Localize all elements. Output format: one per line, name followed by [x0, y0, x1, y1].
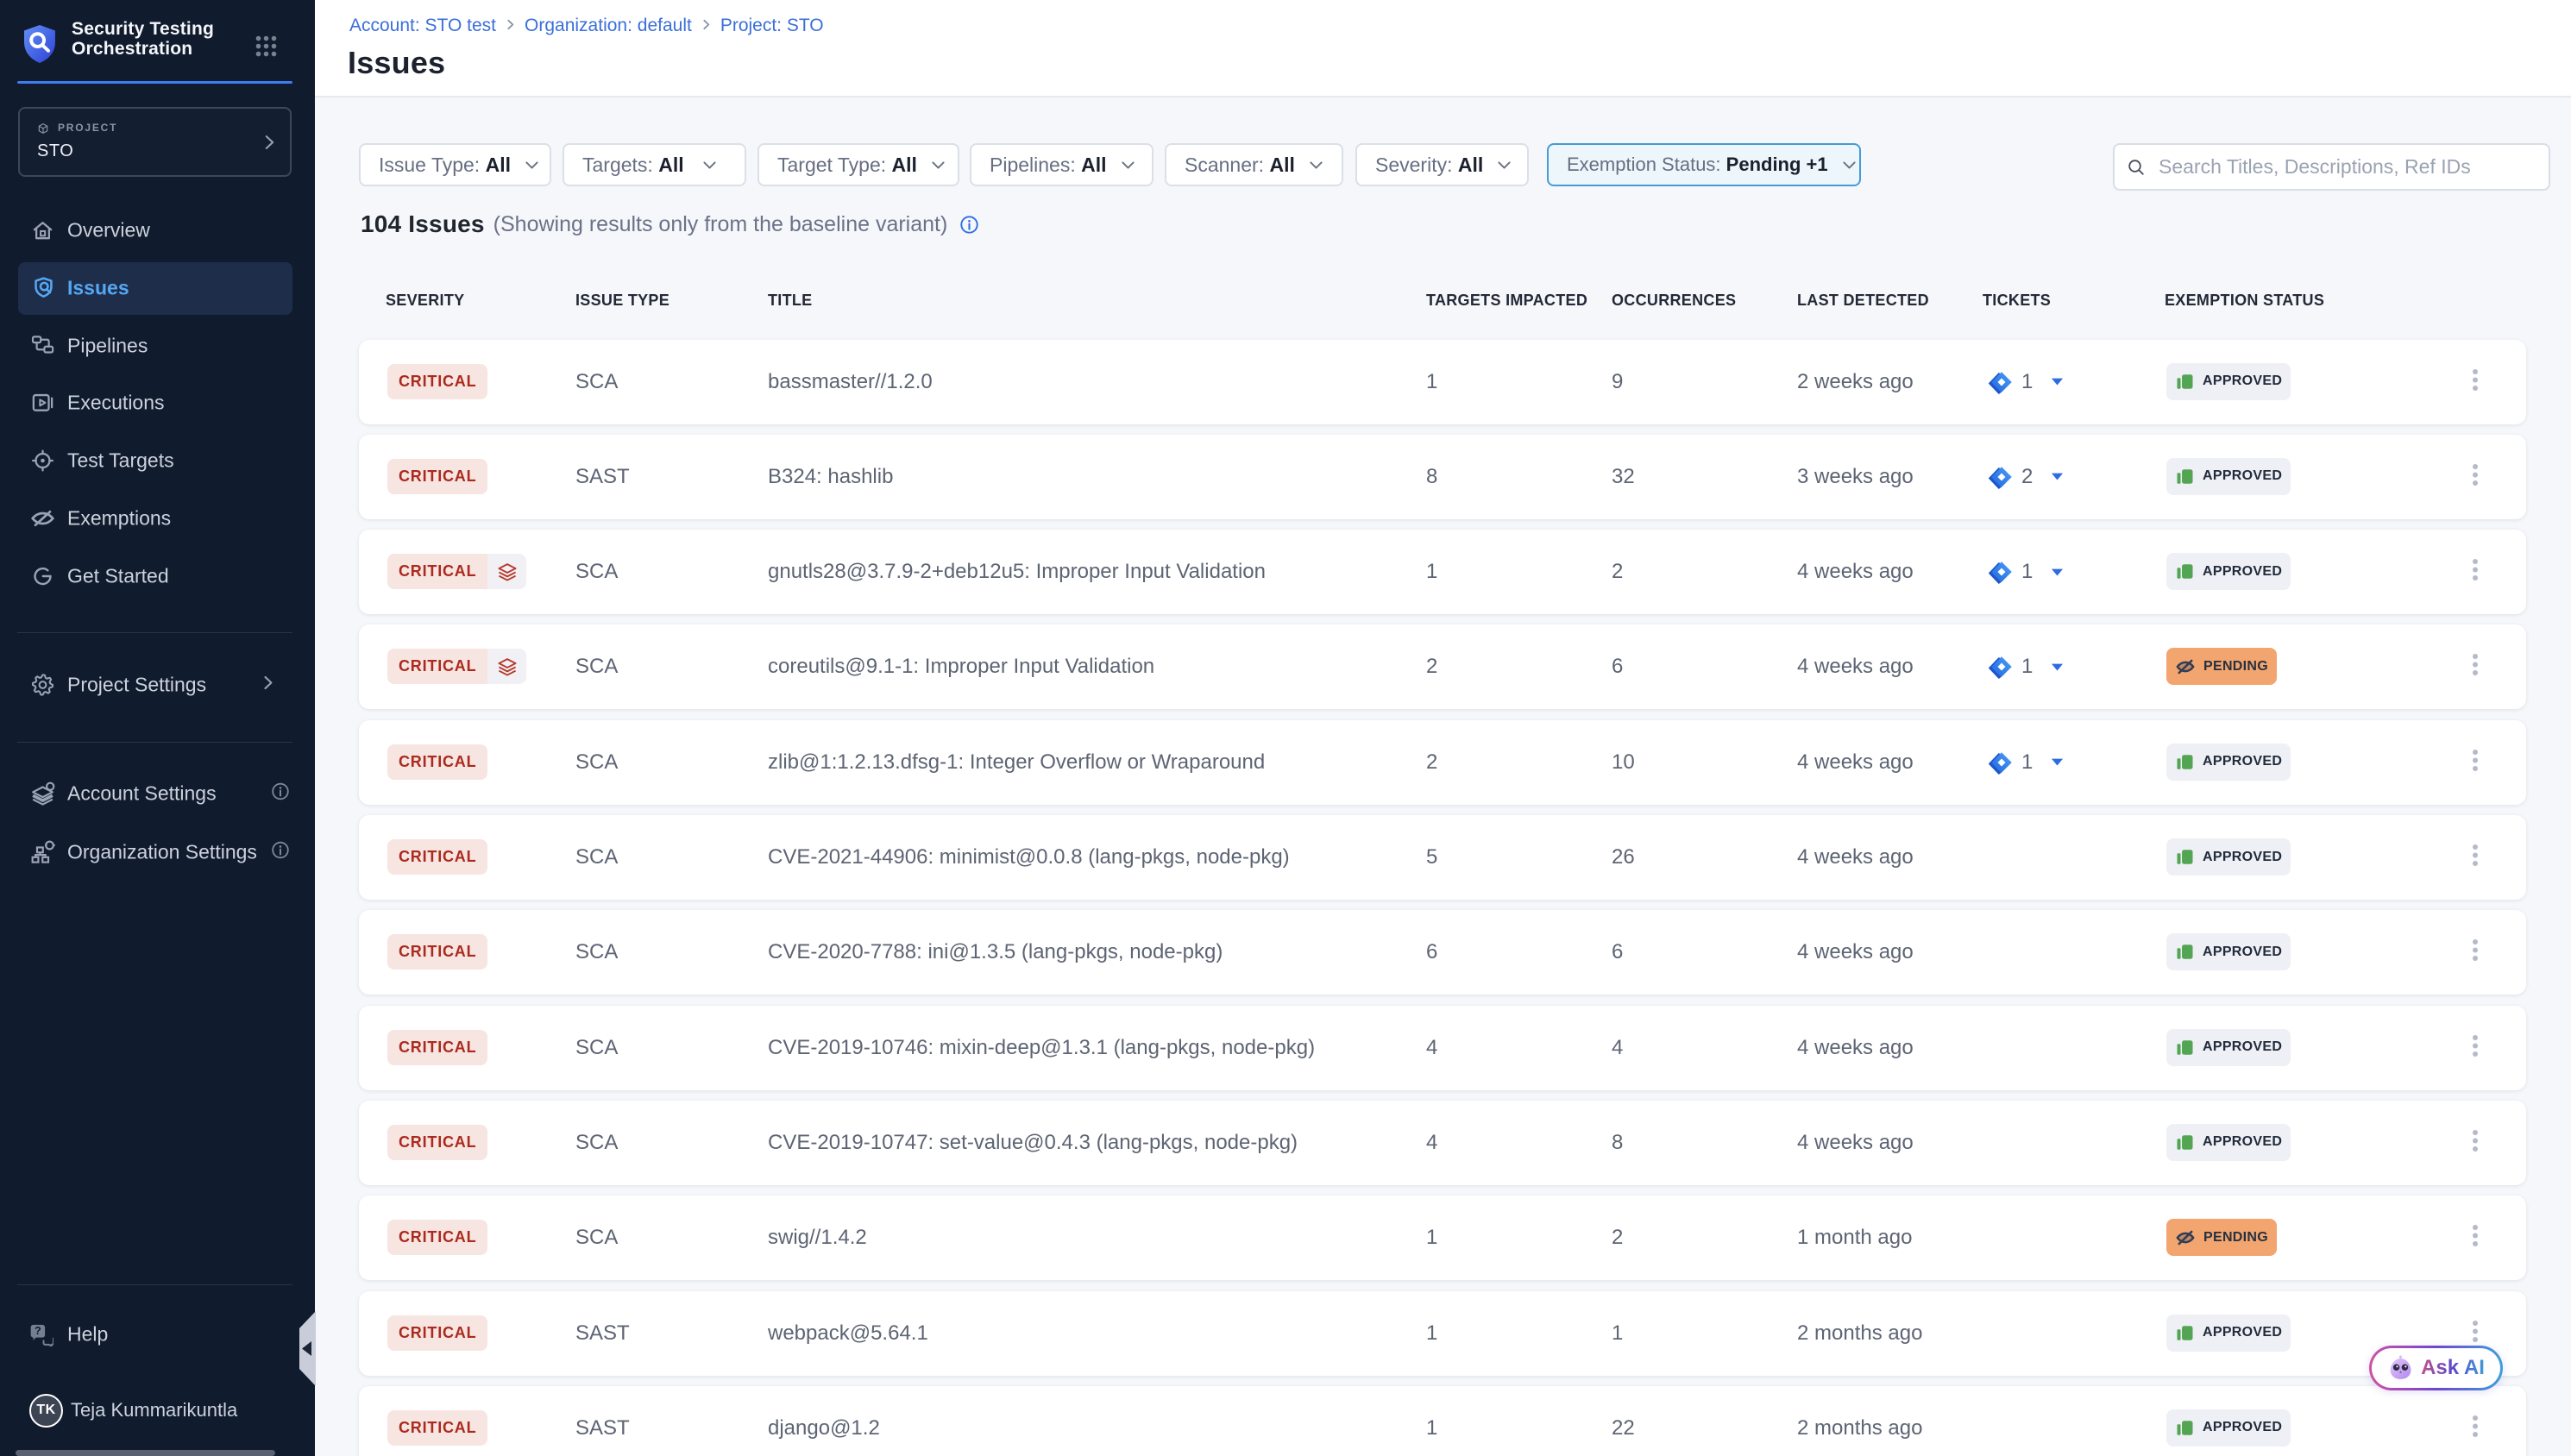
svg-text:?: ? [35, 1325, 41, 1337]
